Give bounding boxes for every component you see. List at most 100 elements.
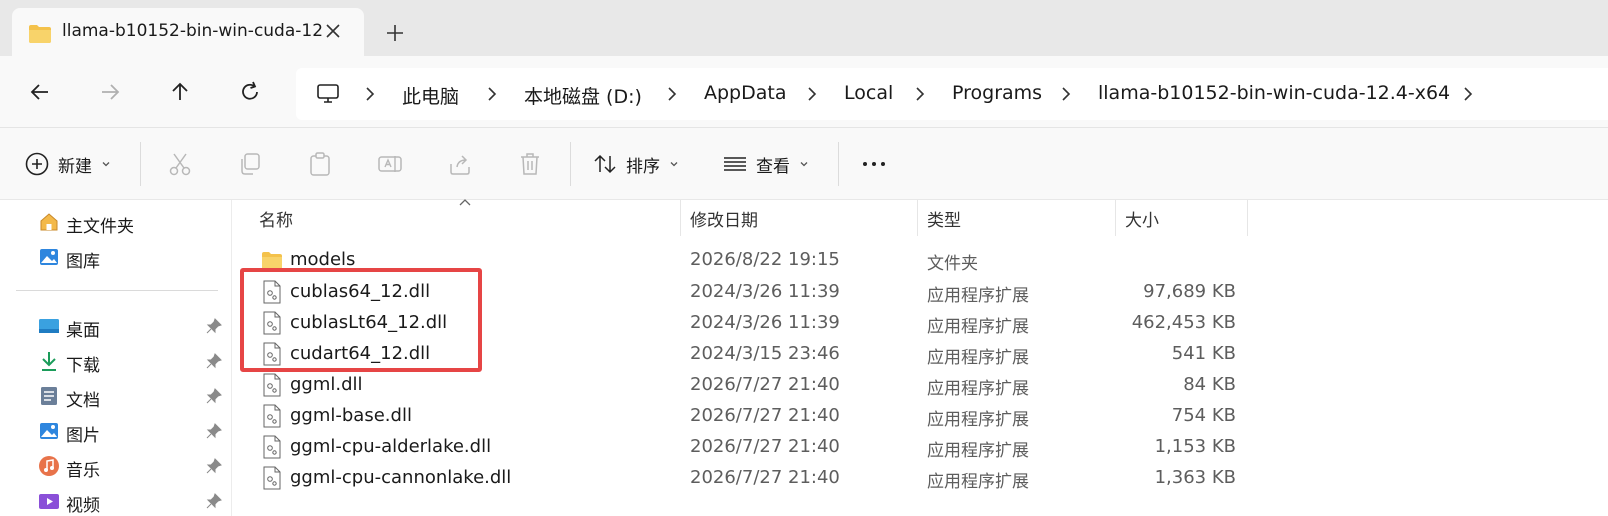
sidebar-item-downloads[interactable]: 下载 xyxy=(0,343,232,377)
file-type: 应用程序扩展 xyxy=(927,348,1029,368)
chevron-right-icon[interactable] xyxy=(910,84,930,104)
back-icon[interactable] xyxy=(26,78,54,106)
sort-label: 排序 xyxy=(626,156,660,177)
sidebar-item-label: 主文件夹 xyxy=(66,217,134,237)
view-label: 查看 xyxy=(756,156,790,177)
pin-icon[interactable] xyxy=(206,493,222,509)
file-date: 2026/7/27 21:40 xyxy=(690,405,840,426)
copy-icon[interactable] xyxy=(236,150,264,178)
pin-icon[interactable] xyxy=(206,423,222,439)
chevron-right-icon[interactable] xyxy=(482,84,502,104)
breadcrumb-this-pc[interactable]: 此电脑 xyxy=(402,82,459,109)
file-size: 97,689 KB xyxy=(1143,281,1236,302)
breadcrumb-current-folder[interactable]: llama-b10152-bin-win-cuda-12.4-x64 xyxy=(1098,82,1450,104)
sidebar-item-label: 桌面 xyxy=(66,321,100,341)
sidebar-item-gallery[interactable]: 图库 xyxy=(0,239,232,273)
sidebar-item-label: 文档 xyxy=(66,391,100,411)
pin-icon[interactable] xyxy=(206,458,222,474)
separator xyxy=(570,142,571,186)
paste-icon[interactable] xyxy=(306,150,334,178)
dll-file-icon xyxy=(263,435,281,459)
sort-icon xyxy=(594,154,616,174)
chevron-down-icon xyxy=(800,162,808,167)
file-name: ggml-cpu-alderlake.dll xyxy=(290,436,492,457)
chevron-right-icon[interactable] xyxy=(1458,84,1478,104)
file-date: 2026/7/27 21:40 xyxy=(690,467,840,488)
column-header-name[interactable]: 名称 xyxy=(259,206,293,231)
column-header-type[interactable]: 类型 xyxy=(927,206,961,231)
sidebar-item-label: 图库 xyxy=(66,252,100,272)
file-row[interactable]: ggml-cpu-alderlake.dll 2026/7/27 21:40 应… xyxy=(233,431,1608,462)
gallery-icon xyxy=(40,249,58,265)
video-icon xyxy=(39,494,59,509)
file-type: 应用程序扩展 xyxy=(927,317,1029,337)
forward-icon[interactable] xyxy=(96,78,124,106)
column-divider[interactable] xyxy=(1115,200,1116,236)
sort-ascending-icon xyxy=(459,199,471,206)
up-icon[interactable] xyxy=(166,78,194,106)
file-row[interactable]: ggml.dll 2026/7/27 21:40 应用程序扩展 84 KB xyxy=(233,369,1608,400)
documents-icon xyxy=(41,387,57,405)
file-row[interactable]: ggml-cpu-cannonlake.dll 2026/7/27 21:40 … xyxy=(233,462,1608,493)
close-icon[interactable] xyxy=(322,20,344,42)
sort-button[interactable]: 排序 xyxy=(592,150,680,178)
share-icon[interactable] xyxy=(446,150,474,178)
tab-active[interactable]: llama-b10152-bin-win-cuda-12 xyxy=(12,8,364,56)
sidebar-item-home[interactable]: 主文件夹 xyxy=(0,204,232,238)
chevron-right-icon[interactable] xyxy=(802,84,822,104)
breadcrumb-local-disk[interactable]: 本地磁盘 (D:) xyxy=(524,82,642,109)
breadcrumb-appdata[interactable]: AppData xyxy=(704,82,787,104)
column-header-date[interactable]: 修改日期 xyxy=(690,206,758,231)
file-row[interactable]: ggml-base.dll 2026/7/27 21:40 应用程序扩展 754… xyxy=(233,400,1608,431)
rename-icon[interactable] xyxy=(376,150,404,178)
pin-icon[interactable] xyxy=(206,318,222,334)
column-divider[interactable] xyxy=(680,200,681,236)
dll-file-icon xyxy=(263,373,281,397)
sidebar-item-desktop[interactable]: 桌面 xyxy=(0,308,232,342)
file-type: 文件夹 xyxy=(927,254,978,274)
pin-icon[interactable] xyxy=(206,353,222,369)
chevron-right-icon[interactable] xyxy=(662,84,682,104)
breadcrumb-local[interactable]: Local xyxy=(844,82,893,104)
column-divider[interactable] xyxy=(917,200,918,236)
new-tab-icon[interactable] xyxy=(384,22,406,44)
sidebar-item-pictures[interactable]: 图片 xyxy=(0,413,232,447)
more-options-icon[interactable] xyxy=(860,150,888,178)
file-type: 应用程序扩展 xyxy=(927,379,1029,399)
cut-icon[interactable] xyxy=(166,150,194,178)
file-size: 1,363 KB xyxy=(1154,467,1236,488)
chevron-right-icon[interactable] xyxy=(360,84,380,104)
file-date: 2026/7/27 21:40 xyxy=(690,374,840,395)
file-type: 应用程序扩展 xyxy=(927,410,1029,430)
pin-icon[interactable] xyxy=(206,388,222,404)
computer-icon[interactable] xyxy=(316,82,340,106)
delete-icon[interactable] xyxy=(516,150,544,178)
pictures-icon xyxy=(40,423,58,439)
breadcrumb-programs[interactable]: Programs xyxy=(952,82,1042,104)
file-type: 应用程序扩展 xyxy=(927,286,1029,306)
file-type: 应用程序扩展 xyxy=(927,441,1029,461)
file-date: 2024/3/15 23:46 xyxy=(690,343,840,364)
new-button[interactable]: 新建 xyxy=(24,150,112,178)
separator xyxy=(838,142,839,186)
file-name: ggml.dll xyxy=(290,374,363,395)
sidebar-item-documents[interactable]: 文档 xyxy=(0,378,232,412)
chevron-right-icon[interactable] xyxy=(1056,84,1076,104)
file-name: ggml-base.dll xyxy=(290,405,412,426)
sidebar-item-music[interactable]: 音乐 xyxy=(0,448,232,482)
sidebar-item-label: 下载 xyxy=(66,356,100,376)
command-bar: 新建 排序 查看 xyxy=(0,128,1608,200)
sidebar-item-videos[interactable]: 视频 xyxy=(0,483,232,516)
view-button[interactable]: 查看 xyxy=(722,150,810,178)
column-divider[interactable] xyxy=(1247,200,1248,236)
address-bar[interactable]: 此电脑 本地磁盘 (D:) AppData Local Programs lla… xyxy=(296,68,1608,120)
sidebar-item-label: 音乐 xyxy=(66,461,100,481)
column-header-size[interactable]: 大小 xyxy=(1125,206,1159,231)
new-label: 新建 xyxy=(58,156,92,177)
file-size: 754 KB xyxy=(1171,405,1236,426)
highlight-box xyxy=(240,268,482,372)
sidebar-item-label: 图片 xyxy=(66,426,100,446)
refresh-icon[interactable] xyxy=(236,78,264,106)
plus-circle-icon xyxy=(25,152,49,176)
file-date: 2024/3/26 11:39 xyxy=(690,312,840,333)
